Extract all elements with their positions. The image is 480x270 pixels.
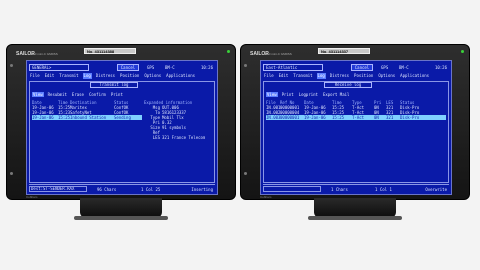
menu-applications[interactable]: Applications	[399, 73, 430, 79]
tab-print[interactable]: Print	[110, 92, 124, 97]
power-led-icon	[227, 50, 230, 53]
footer-cursor-position: 1 Col 25	[141, 187, 161, 192]
receive-log-list: File Ref No Date Time Type Pri LES Statu…	[266, 100, 446, 120]
cancel-button[interactable]: Cancel	[117, 64, 139, 71]
footer-cursor-position: 1 Col 1	[375, 187, 392, 192]
cancel-button[interactable]: Cancel	[351, 64, 373, 71]
menu-file[interactable]: File	[263, 73, 275, 79]
maker-label: Cobham	[26, 195, 38, 199]
terminal-screen: East-Atlantic Cancel GPS BM-C 10:26 File…	[260, 60, 452, 195]
transmit-log-list: Date Time Destination Status 19-Jan-06 1…	[32, 100, 142, 120]
terminal-stand	[314, 198, 396, 218]
terminal-stand-base	[74, 216, 168, 220]
menu-distress[interactable]: Distress	[329, 73, 350, 79]
status-footer: Dest:ST-SENDER.RAX 96 Chars 1 Col 25 Ins…	[29, 184, 215, 192]
bm-status: BM-C	[399, 65, 409, 70]
panel-tabs: View Print Logprint Export Mail	[266, 92, 350, 97]
brand-sublabel: 6110 mini-C GMDSS	[30, 52, 58, 56]
row-type: T-Act	[352, 115, 365, 120]
panel-title: Receive log	[324, 82, 372, 88]
tab-print[interactable]: Print	[281, 92, 295, 97]
left-terminal: SAILOR 6110 mini-C GMDSS No. 431114388 C…	[6, 44, 236, 222]
menu-distress[interactable]: Distress	[95, 73, 116, 79]
bm-status: BM-C	[165, 65, 175, 70]
footer-edit-mode: Inserting	[191, 187, 213, 192]
gps-status: GPS	[381, 65, 389, 70]
menu-bar: File Edit Transmit Log Distress Position…	[263, 73, 449, 79]
serial-badge: No. 431114388	[84, 48, 136, 54]
menu-options[interactable]: Options	[143, 73, 162, 79]
menu-position[interactable]: Position	[119, 73, 140, 79]
info-value: 91 symbols	[162, 125, 187, 130]
menu-position[interactable]: Position	[353, 73, 374, 79]
table-row-selected[interactable]: IN.003 00000001 19-Jan-06 15:25 T-Act 0N…	[266, 115, 446, 120]
menu-edit[interactable]: Edit	[278, 73, 290, 79]
status-footer: 1 Chars 1 Col 1 Overwrite	[263, 184, 449, 192]
transmit-log-panel: Transmit log View Resubmit Erase Confirm…	[29, 81, 215, 183]
title-bar: East-Atlantic Cancel GPS BM-C 10:26	[263, 64, 449, 71]
menu-options[interactable]: Options	[377, 73, 396, 79]
panel-title: Transmit log	[90, 82, 138, 88]
gps-status: GPS	[147, 65, 155, 70]
menu-log[interactable]: Log	[82, 73, 92, 79]
menu-transmit[interactable]: Transmit	[292, 73, 313, 79]
row-destination: Inbound Station	[70, 115, 107, 120]
row-priority: 0N	[374, 115, 379, 120]
row-status: Disk-Pro	[400, 115, 420, 120]
mount-screw-icon	[10, 64, 13, 67]
terminal-stand	[80, 198, 162, 218]
row-time: 15:25	[332, 115, 345, 120]
menu-transmit[interactable]: Transmit	[58, 73, 79, 79]
footer-field[interactable]	[263, 186, 321, 192]
menu-file[interactable]: File	[29, 73, 41, 79]
terminal-screen: GENERAL> Cancel GPS BM-C 10:26 File Edit…	[26, 60, 218, 195]
brand-sublabel: 6110 mini-C GMDSS	[264, 52, 292, 56]
tab-confirm[interactable]: Confirm	[88, 92, 107, 97]
info-row: LES 321 France Telecom	[144, 135, 216, 140]
info-value: 321 France Telecom	[162, 135, 206, 140]
tab-export-mail[interactable]: Export Mail	[322, 92, 351, 97]
clock: 10:26	[200, 65, 213, 70]
mount-screw-icon	[244, 172, 247, 175]
terminal-stand-base	[308, 216, 402, 220]
table-row-selected[interactable]: 19-Jan-06 15:25 Inbound Station Sending	[32, 115, 142, 120]
footer-field[interactable]: Dest:ST-SENDER.RAX	[29, 186, 87, 192]
maker-label: Cobham	[260, 195, 272, 199]
row-status: Sending	[114, 115, 131, 120]
title-bar: GENERAL> Cancel GPS BM-C 10:26	[29, 64, 215, 71]
footer-char-count: 1 Chars	[331, 187, 348, 192]
expanded-info-box: Expanded information Msg OUT.006 To 5816…	[144, 100, 216, 140]
panel-tabs: View Resubmit Erase Confirm Print	[32, 92, 124, 97]
footer-char-count: 96 Chars	[97, 187, 117, 192]
clock: 10:26	[434, 65, 447, 70]
row-les: 321	[386, 115, 394, 120]
row-date: 19-Jan-06	[32, 115, 54, 120]
tab-view[interactable]: View	[266, 92, 278, 97]
menu-edit[interactable]: Edit	[44, 73, 56, 79]
tab-erase[interactable]: Erase	[71, 92, 85, 97]
window-title: GENERAL>	[29, 64, 89, 71]
menu-log[interactable]: Log	[316, 73, 326, 79]
row-date: 19-Jan-06	[304, 115, 326, 120]
serial-badge: No. 431114337	[318, 48, 370, 54]
row-ref: 00000001	[280, 115, 300, 120]
power-led-icon	[461, 50, 464, 53]
row-time: 15:25	[58, 115, 70, 120]
tab-view[interactable]: View	[32, 92, 44, 97]
right-terminal: SAILOR 6110 mini-C GMDSS No. 431114337 C…	[240, 44, 470, 222]
tab-resubmit[interactable]: Resubmit	[47, 92, 68, 97]
menu-applications[interactable]: Applications	[165, 73, 196, 79]
mount-screw-icon	[244, 64, 247, 67]
footer-edit-mode: Overwrite	[425, 187, 447, 192]
info-key: LES	[152, 135, 160, 140]
row-file: IN.003	[266, 115, 280, 120]
menu-bar: File Edit Transmit Log Distress Position…	[29, 73, 215, 79]
window-title: East-Atlantic	[263, 64, 323, 71]
tab-logprint[interactable]: Logprint	[298, 92, 319, 97]
mount-screw-icon	[10, 172, 13, 175]
receive-log-panel: Receive log View Print Logprint Export M…	[263, 81, 449, 183]
